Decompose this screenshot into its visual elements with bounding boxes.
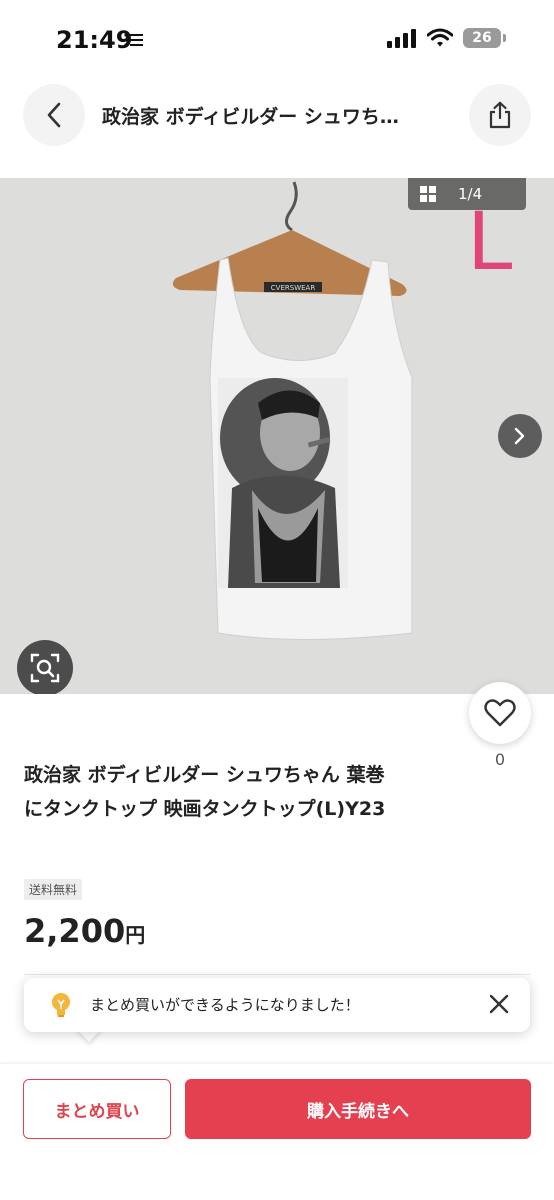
bottom-action-bar: まとめ買い 購入手続きへ bbox=[0, 1064, 554, 1200]
status-bar: 21:49 26 bbox=[0, 0, 554, 80]
toast-notification: まとめ買いができるようになりました！ bbox=[24, 978, 530, 1032]
share-button[interactable] bbox=[469, 84, 531, 146]
toast-message: まとめ買いができるようになりました！ bbox=[90, 996, 360, 1014]
signal-icon bbox=[387, 29, 416, 48]
wifi-icon bbox=[427, 28, 453, 47]
product-image-carousel[interactable]: CVERSWEAR 1/4 L bbox=[0, 178, 554, 694]
close-icon[interactable] bbox=[488, 993, 510, 1015]
chevron-right-icon bbox=[514, 427, 525, 445]
back-button[interactable] bbox=[23, 84, 85, 146]
size-mark: L bbox=[468, 193, 515, 287]
image-search-button[interactable] bbox=[17, 640, 73, 694]
header: 政治家 ボディビルダー シュワち… bbox=[0, 82, 554, 150]
battery-tip bbox=[503, 34, 506, 42]
garment-tag-text: CVERSWEAR bbox=[271, 284, 316, 292]
purchase-button[interactable]: 購入手続きへ bbox=[185, 1079, 531, 1139]
battery-indicator: 26 bbox=[463, 28, 501, 48]
bulk-buy-button[interactable]: まとめ買い bbox=[23, 1079, 171, 1139]
currency-label: 円 bbox=[125, 923, 146, 947]
grid-icon bbox=[420, 186, 436, 202]
page-title: 政治家 ボディビルダー シュワち… bbox=[102, 106, 399, 128]
price: 2,200円 bbox=[24, 912, 145, 950]
like-button[interactable] bbox=[469, 682, 531, 744]
share-icon bbox=[489, 101, 511, 129]
divider bbox=[24, 974, 530, 975]
heart-icon bbox=[484, 699, 516, 727]
image-search-icon bbox=[30, 653, 60, 683]
product-title-line1: 政治家 ボディビルダー シュワちゃん 葉巻 bbox=[24, 764, 385, 786]
lightbulb-icon bbox=[52, 993, 70, 1017]
chevron-left-icon bbox=[47, 102, 61, 128]
product-title-line2: にタンクトップ 映画タンクトップ(L)Y23 bbox=[24, 798, 386, 820]
like-count: 0 bbox=[494, 750, 506, 769]
list-icon bbox=[124, 33, 143, 47]
next-image-button[interactable] bbox=[498, 414, 542, 458]
shipping-badge: 送料無料 bbox=[24, 879, 83, 900]
product-title: 政治家 ボディビルダー シュワちゃん 葉巻 にタンクトップ 映画タンクトップ(L… bbox=[24, 758, 464, 826]
status-time: 21:49 bbox=[56, 26, 133, 54]
price-value: 2,200 bbox=[24, 912, 126, 950]
